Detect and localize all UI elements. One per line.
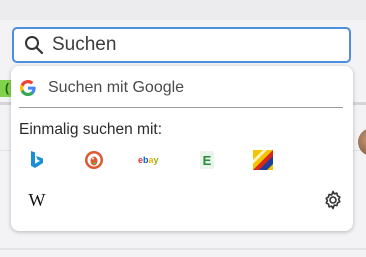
search-with-google-label: Suchen mit Google: [48, 79, 185, 96]
engine-button-wikipedia[interactable]: W: [25, 190, 49, 214]
one-off-search-heading: Einmalig suchen mit:: [19, 121, 163, 138]
search-icon: [22, 33, 46, 57]
background-divider: [0, 248, 366, 250]
engine-button-leo[interactable]: [251, 149, 275, 175]
ecosia-icon: E: [199, 150, 215, 175]
duckduckgo-icon: [84, 150, 104, 175]
dropdown-divider: [19, 107, 343, 108]
engine-button-duckduckgo[interactable]: [82, 150, 106, 174]
ebay-icon: ebay: [138, 153, 166, 171]
leo-icon: [253, 149, 273, 175]
engine-button-ebay[interactable]: ebay: [137, 150, 167, 174]
wikipedia-icon: W: [26, 190, 48, 214]
browser-viewport: ( Suchen mit Google Einmalig s: [0, 0, 366, 257]
bing-icon: [29, 150, 45, 175]
svg-text:ebay: ebay: [138, 155, 159, 165]
svg-text:W: W: [29, 191, 46, 209]
avatar[interactable]: [358, 128, 366, 156]
engine-button-bing[interactable]: [25, 150, 49, 174]
search-settings-button[interactable]: [321, 190, 345, 214]
svg-text:E: E: [203, 153, 212, 168]
gear-icon: [323, 190, 343, 215]
search-input[interactable]: [52, 34, 332, 56]
search-suggestions-dropdown: Suchen mit Google Einmalig suchen mit: e…: [11, 66, 353, 231]
background-toolbar: [0, 0, 366, 20]
google-icon: [19, 79, 37, 97]
search-box[interactable]: [12, 27, 351, 63]
search-with-google-row[interactable]: Suchen mit Google: [19, 76, 184, 100]
engine-button-ecosia[interactable]: E: [195, 150, 219, 174]
